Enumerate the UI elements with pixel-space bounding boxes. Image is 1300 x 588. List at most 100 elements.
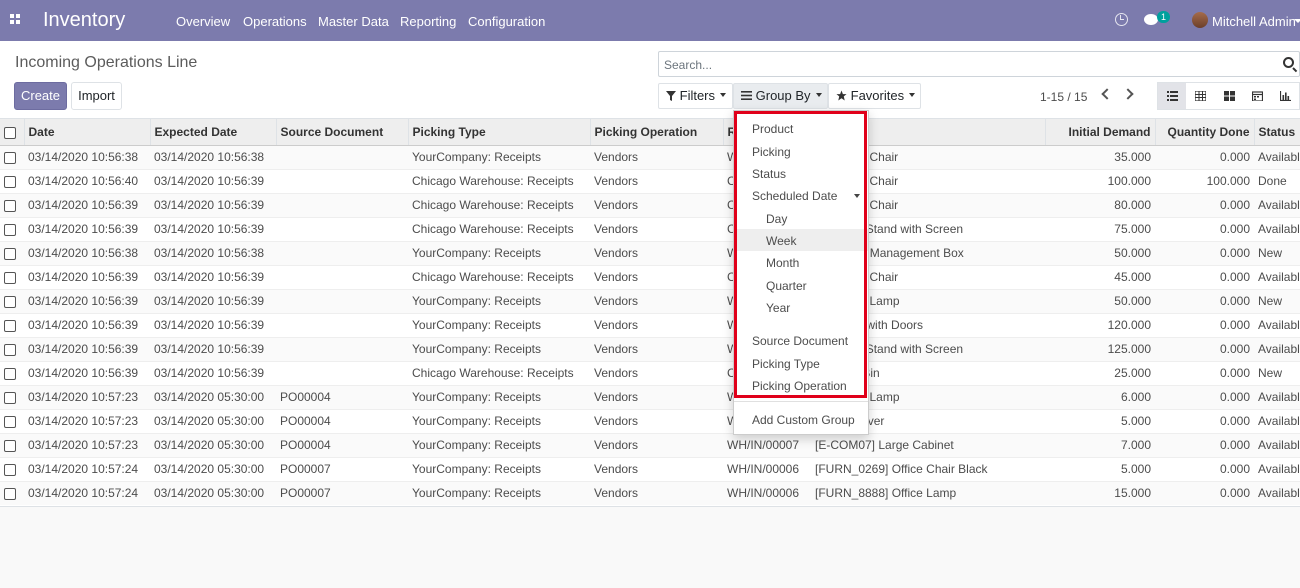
filters-button[interactable]: Filters — [658, 83, 733, 109]
groupby-status[interactable]: Status — [752, 167, 786, 181]
user-caret-icon[interactable] — [1294, 19, 1300, 23]
search-icon[interactable] — [1283, 57, 1294, 68]
cell-source-document — [276, 144, 408, 169]
cell-initial-demand: 7.000 — [1045, 432, 1155, 457]
table-row[interactable]: 03/14/2020 10:57:23 03/14/2020 05:30:00 PO… — [0, 384, 1300, 409]
row-checkbox[interactable] — [0, 360, 24, 385]
group-by-button[interactable]: Group By — [733, 83, 828, 109]
table-row[interactable]: 03/14/2020 10:56:39 03/14/2020 10:56:39 Yo… — [0, 288, 1300, 313]
table-row[interactable]: 03/14/2020 10:56:38 03/14/2020 10:56:38 Yo… — [0, 144, 1300, 169]
table-row[interactable]: 03/14/2020 10:56:38 03/14/2020 10:56:38 Yo… — [0, 240, 1300, 265]
cell-source-document — [276, 360, 408, 385]
column-status[interactable]: Status — [1254, 119, 1300, 146]
table-row[interactable]: 03/14/2020 10:56:39 03/14/2020 10:56:39 Ch… — [0, 216, 1300, 241]
apps-menu-icon[interactable] — [10, 14, 21, 25]
chat-icon[interactable] — [1144, 14, 1158, 25]
menu-operations[interactable]: Operations — [243, 14, 307, 29]
row-checkbox[interactable] — [0, 216, 24, 241]
groupby-picking-operation[interactable]: Picking Operation — [752, 379, 847, 393]
favorites-button[interactable]: Favorites — [828, 83, 921, 109]
pivot-view-button[interactable] — [1186, 83, 1214, 109]
cell-picking-operation: Vendors — [590, 480, 723, 505]
select-all-checkbox[interactable] — [0, 119, 25, 146]
table-row[interactable]: 03/14/2020 10:56:39 03/14/2020 10:56:39 Ch… — [0, 360, 1300, 385]
row-checkbox[interactable] — [0, 192, 24, 217]
cell-date: 03/14/2020 10:56:40 — [24, 168, 150, 193]
row-checkbox[interactable] — [0, 288, 24, 313]
search-input[interactable]: Search... — [664, 58, 712, 72]
table-row[interactable]: 03/14/2020 10:56:39 03/14/2020 10:56:39 Yo… — [0, 336, 1300, 361]
row-checkbox[interactable] — [0, 480, 24, 505]
column-date[interactable]: Date — [24, 119, 151, 146]
cell-picking-operation: Vendors — [590, 192, 723, 217]
app-name[interactable]: Inventory — [43, 9, 125, 32]
table-row[interactable]: 03/14/2020 10:56:39 03/14/2020 10:56:39 Ch… — [0, 192, 1300, 217]
table-row[interactable]: 03/14/2020 10:57:23 03/14/2020 05:30:00 PO… — [0, 408, 1300, 433]
user-name[interactable]: Mitchell Admin — [1212, 14, 1296, 29]
cell-status: Available — [1254, 336, 1300, 361]
cell-expected-date: 03/14/2020 05:30:00 — [150, 408, 276, 433]
column-expected-date[interactable]: Expected Date — [150, 119, 277, 146]
table-row[interactable]: 03/14/2020 10:56:39 03/14/2020 10:56:39 Ch… — [0, 264, 1300, 289]
add-custom-group[interactable]: Add Custom Group — [752, 413, 855, 427]
list-view-button[interactable] — [1158, 83, 1186, 109]
cell-date: 03/14/2020 10:57:24 — [24, 456, 150, 481]
pager-value[interactable]: 1-15 / 15 — [1040, 90, 1087, 104]
groupby-picking-type[interactable]: Picking Type — [752, 357, 820, 371]
row-checkbox[interactable] — [0, 432, 24, 457]
table-row[interactable]: 03/14/2020 10:57:24 03/14/2020 05:30:00 PO… — [0, 456, 1300, 481]
table-row[interactable]: 03/14/2020 10:56:40 03/14/2020 10:56:39 Ch… — [0, 168, 1300, 193]
groupby-product[interactable]: Product — [752, 122, 793, 136]
cell-status: New — [1254, 360, 1300, 385]
groupby-source-document[interactable]: Source Document — [752, 334, 848, 348]
row-checkbox[interactable] — [0, 312, 24, 337]
groupby-option-day[interactable]: Day — [766, 212, 787, 226]
menu-configuration[interactable]: Configuration — [468, 14, 545, 29]
menu-master-data[interactable]: Master Data — [318, 14, 389, 29]
cell-date: 03/14/2020 10:56:39 — [24, 312, 150, 337]
page-title: Incoming Operations Line — [15, 54, 198, 71]
create-button[interactable]: Create — [14, 82, 67, 110]
cell-initial-demand: 45.000 — [1045, 264, 1155, 289]
column-quantity-done[interactable]: Quantity Done — [1155, 119, 1255, 146]
row-checkbox[interactable] — [0, 264, 24, 289]
row-checkbox[interactable] — [0, 144, 24, 169]
cell-product: [FURN_0269] Office Chair Black — [811, 456, 1045, 481]
search-bar[interactable]: Search... — [658, 51, 1300, 77]
groupby-option-month[interactable]: Month — [766, 256, 799, 270]
cell-status: Done — [1254, 168, 1300, 193]
column-picking-operation[interactable]: Picking Operation — [590, 119, 724, 146]
groupby-option-quarter[interactable]: Quarter — [766, 279, 807, 293]
row-checkbox[interactable] — [0, 408, 24, 433]
table-row[interactable]: 03/14/2020 10:56:39 03/14/2020 10:56:39 Yo… — [0, 312, 1300, 337]
row-checkbox[interactable] — [0, 240, 24, 265]
row-checkbox[interactable] — [0, 168, 24, 193]
menu-overview[interactable]: Overview — [176, 14, 230, 29]
cell-source-document — [276, 168, 408, 193]
graph-view-button[interactable] — [1271, 83, 1299, 109]
column-source-document[interactable]: Source Document — [276, 119, 409, 146]
kanban-view-button[interactable] — [1215, 83, 1243, 109]
row-checkbox[interactable] — [0, 456, 24, 481]
groupby-option-week[interactable]: Week — [766, 234, 796, 248]
user-avatar[interactable] — [1192, 12, 1208, 28]
cell-initial-demand: 120.000 — [1045, 312, 1155, 337]
caret-down-icon — [854, 194, 860, 198]
groupby-picking[interactable]: Picking — [752, 145, 791, 159]
row-checkbox[interactable] — [0, 384, 24, 409]
activity-clock-icon[interactable] — [1115, 13, 1128, 26]
groupby-option-year[interactable]: Year — [766, 301, 790, 315]
groupby-scheduled-date[interactable]: Scheduled Date — [752, 189, 837, 203]
menu-reporting[interactable]: Reporting — [400, 14, 456, 29]
column-initial-demand[interactable]: Initial Demand — [1045, 119, 1156, 146]
row-checkbox[interactable] — [0, 336, 24, 361]
cell-picking-type: YourCompany: Receipts — [408, 288, 590, 313]
cell-product: [E-COM07] Large Cabinet — [811, 432, 1045, 457]
column-picking-type[interactable]: Picking Type — [408, 119, 591, 146]
calendar-view-button[interactable] — [1243, 83, 1271, 109]
cell-source-document: PO00004 — [276, 432, 408, 457]
table-row[interactable]: 03/14/2020 10:57:24 03/14/2020 05:30:00 PO… — [0, 480, 1300, 505]
cell-quantity-done: 0.000 — [1155, 456, 1254, 481]
table-row[interactable]: 03/14/2020 10:57:23 03/14/2020 05:30:00 PO… — [0, 432, 1300, 457]
import-button[interactable]: Import — [71, 82, 122, 110]
